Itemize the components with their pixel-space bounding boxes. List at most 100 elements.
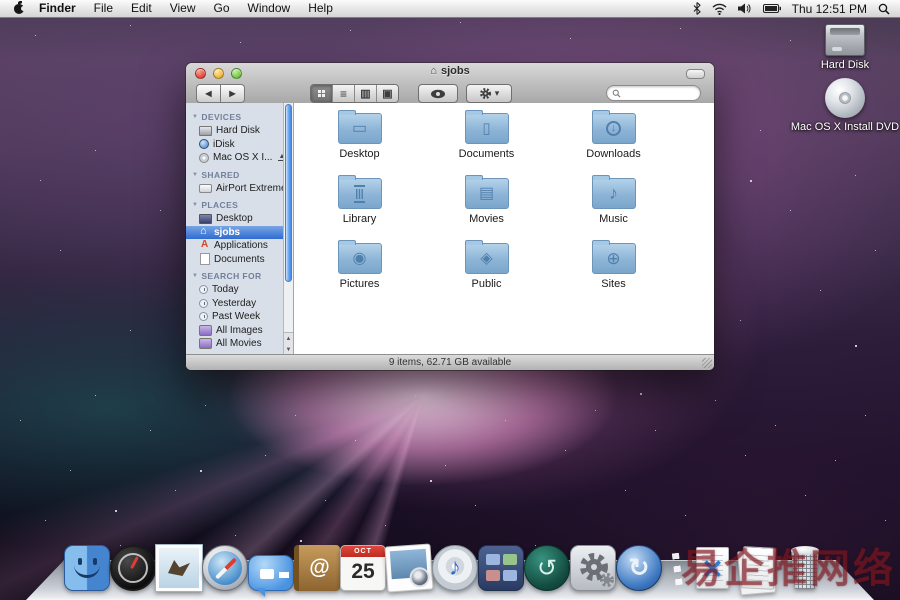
menu-item-finder[interactable]: Finder	[30, 0, 85, 17]
dock-system-preferences-icon[interactable]	[570, 545, 616, 591]
folder-item-downloads[interactable]: Downloads	[550, 109, 677, 174]
sidebar-item-idisk[interactable]: iDisk	[186, 138, 284, 152]
folder-item-documents[interactable]: Documents	[423, 109, 550, 174]
back-button[interactable]	[196, 84, 221, 103]
battery-icon[interactable]	[763, 4, 781, 13]
spotlight-icon[interactable]	[878, 3, 890, 15]
dock-finder-icon[interactable]	[64, 545, 110, 591]
bluetooth-icon[interactable]	[693, 2, 701, 15]
scrollbar-arrows[interactable]: ▲▼	[284, 332, 293, 355]
apple-menu-icon[interactable]	[8, 0, 30, 17]
sidebar-item-airport-extreme[interactable]: AirPort Extreme	[186, 182, 284, 196]
search-input[interactable]	[621, 88, 688, 98]
desktop-icon-label: Mac OS X Install DVD	[790, 121, 900, 133]
icon-view-button[interactable]	[311, 85, 333, 102]
public-folder-icon	[465, 243, 509, 274]
sidebar-item-hard-disk[interactable]: Hard Disk	[186, 124, 284, 138]
home-icon	[199, 227, 210, 237]
menu-item-edit[interactable]: Edit	[122, 0, 161, 17]
window-chrome[interactable]: sjobs	[186, 63, 714, 104]
quick-look-button[interactable]	[418, 84, 458, 103]
smart-folder-icon	[199, 338, 212, 349]
dock-safari-icon[interactable]	[202, 545, 248, 591]
sidebar-item-applications[interactable]: Applications	[186, 239, 284, 253]
menu-item-help[interactable]: Help	[299, 0, 342, 17]
navigation-buttons	[196, 84, 245, 103]
wifi-icon[interactable]	[712, 3, 727, 15]
column-view-button[interactable]	[355, 85, 377, 102]
scroll-down-icon[interactable]: ▼	[286, 347, 292, 353]
scrollbar-thumb[interactable]	[285, 104, 292, 282]
desktop-icon-label: Hard Disk	[790, 59, 900, 71]
movies-folder-icon	[465, 178, 509, 209]
dock-time-machine-icon[interactable]	[524, 545, 570, 591]
dock-ical-icon[interactable]: OCT 25	[340, 545, 386, 591]
gear-icon	[479, 87, 492, 100]
sidebar-item-all-movies[interactable]: All Movies	[186, 337, 284, 351]
menu-item-window[interactable]: Window	[239, 0, 300, 17]
folder-item-public[interactable]: Public	[423, 239, 550, 304]
folder-item-desktop[interactable]: Desktop	[296, 109, 423, 174]
folder-item-library[interactable]: Library	[296, 174, 423, 239]
forward-button[interactable]	[221, 84, 245, 103]
resize-grip[interactable]	[702, 358, 712, 368]
coverflow-view-button[interactable]	[377, 85, 398, 102]
dock-ichat-icon[interactable]	[248, 555, 294, 591]
sidebar-item-past-week[interactable]: Past Week	[186, 310, 284, 324]
clock-icon	[199, 299, 208, 308]
ical-day-label: 25	[341, 557, 385, 587]
volume-icon[interactable]	[738, 3, 752, 14]
sites-folder-icon	[592, 243, 636, 274]
scroll-up-icon[interactable]: ▲	[286, 336, 292, 342]
sidebar-item-today[interactable]: Today	[186, 283, 284, 297]
dock-iphoto-icon[interactable]	[384, 543, 433, 592]
smart-folder-icon	[199, 325, 212, 336]
sidebar-item-documents[interactable]: Documents	[186, 253, 284, 267]
sidebar: DEVICES Hard Disk iDisk Mac OS X I... SH…	[186, 103, 294, 355]
status-text: 9 items, 62.71 GB available	[389, 357, 511, 368]
ical-month-label: OCT	[341, 546, 385, 557]
desktop-icon-install-dvd[interactable]: Mac OS X Install DVD	[790, 78, 900, 133]
sidebar-header-shared[interactable]: SHARED	[186, 165, 284, 182]
menu-item-go[interactable]: Go	[205, 0, 239, 17]
menu-bar: Finder File Edit View Go Window Help Thu…	[0, 0, 900, 18]
downloads-folder-icon	[592, 113, 636, 144]
sidebar-item-sjobs[interactable]: sjobs	[186, 226, 284, 240]
action-menu-button[interactable]	[466, 84, 512, 103]
sidebar-header-devices[interactable]: DEVICES	[186, 107, 284, 124]
applications-icon	[199, 241, 210, 251]
sidebar-scrollbar[interactable]: ▲▼	[283, 103, 293, 355]
idisk-icon	[199, 139, 209, 149]
search-field[interactable]	[606, 85, 701, 101]
list-view-button[interactable]	[333, 85, 355, 102]
sidebar-item-all-images[interactable]: All Images	[186, 324, 284, 338]
desktop-mini-icon	[199, 214, 212, 224]
optical-disc-icon	[199, 153, 209, 163]
gear-icon	[571, 546, 617, 592]
sidebar-item-macosx-install[interactable]: Mac OS X I...	[186, 151, 284, 165]
menu-item-file[interactable]: File	[85, 0, 122, 17]
clock-icon	[199, 285, 208, 294]
menu-clock[interactable]: Thu 12:51 PM	[792, 2, 867, 16]
dock-dashboard-icon[interactable]	[110, 545, 156, 591]
dock-address-book-icon[interactable]	[294, 545, 340, 591]
folder-item-sites[interactable]: Sites	[550, 239, 677, 304]
folder-item-music[interactable]: Music	[550, 174, 677, 239]
folder-item-movies[interactable]: Movies	[423, 174, 550, 239]
toolbar-toggle-button[interactable]	[686, 69, 705, 79]
menu-item-view[interactable]: View	[161, 0, 205, 17]
desktop: Finder File Edit View Go Window Help Thu…	[0, 0, 900, 600]
dock-mail-icon[interactable]	[156, 545, 202, 591]
sidebar-header-search-for[interactable]: SEARCH FOR	[186, 266, 284, 283]
sidebar-item-yesterday[interactable]: Yesterday	[186, 297, 284, 311]
dock-spaces-icon[interactable]	[478, 545, 524, 591]
folder-item-pictures[interactable]: Pictures	[296, 239, 423, 304]
desktop-icon-hard-disk[interactable]: Hard Disk	[790, 24, 900, 71]
music-folder-icon	[592, 178, 636, 209]
window-title: sjobs	[186, 65, 714, 77]
dock-software-update-icon[interactable]	[616, 545, 662, 591]
eye-icon	[430, 89, 446, 99]
dock-itunes-icon[interactable]	[432, 545, 478, 591]
sidebar-item-desktop[interactable]: Desktop	[186, 212, 284, 226]
sidebar-header-places[interactable]: PLACES	[186, 195, 284, 212]
